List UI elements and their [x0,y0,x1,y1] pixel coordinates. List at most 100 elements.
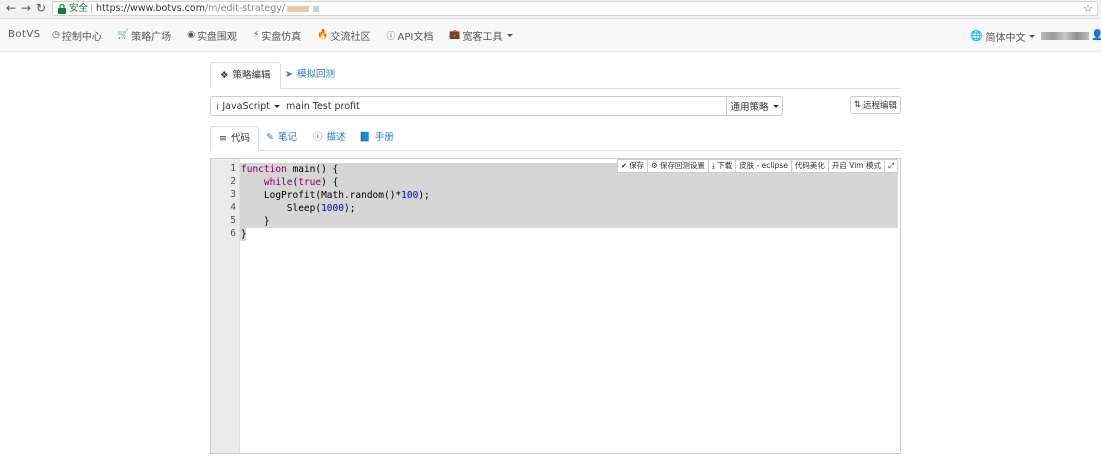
download-button[interactable]: ⤓ 下载 [707,159,737,173]
nav-label: 控制中心 [61,31,102,43]
download-label: 下载 [717,161,733,170]
tab-strategy-edit[interactable]: ❖ 策略编辑 [210,62,281,89]
line-number: 6 [230,228,236,239]
skin-label: 皮肤 - eclipse [739,161,788,170]
tab-label: 模拟回测 [296,69,335,80]
chevron-down-icon [506,33,513,37]
browser-toolbar: ← → ↻ 安全 https://www.botvs.com/m/edit-st… [0,0,1101,19]
language-label: 简体中文 [985,33,1026,44]
save-label: 保存 [629,161,645,170]
url-separator [91,4,92,13]
category-select-value: 通用策略 [730,102,769,113]
category-select[interactable]: 通用策略 [726,96,783,116]
save-backtest-label: 保存回测设置 [659,161,705,170]
tab-label: 代码 [230,132,250,144]
cubes-icon: ❖ [220,69,229,81]
nav-label: 实盘仿真 [261,31,302,43]
forward-arrow-icon[interactable]: → [19,1,33,15]
chevron-down-icon [1029,35,1036,38]
url-host: https://www.botvs.com [96,3,205,14]
bookmark-star-icon[interactable]: ☆ [1083,2,1093,15]
code-editor[interactable]: 1 2 3 4 5 6 function main() { while(true… [210,158,901,454]
save-button[interactable]: ✔ 保存 [616,159,649,173]
language-select-value: JavaScript [222,100,270,112]
nav-label: 实盘围观 [196,31,237,43]
line-number: 2 [230,176,236,187]
nav-item-quant-tools[interactable]: 💼 宽客工具 [449,28,513,43]
sync-icon: ⇅ [853,100,862,110]
edit-icon: ✎ [266,132,274,143]
url-text: https://www.botvs.com/m/edit-strategy/ [96,2,320,15]
nav-menu: ◷ 控制中心 🛒 策略广场 ◉ 实盘围观 ⚡ 实盘仿真 🔥 交流社区 ⓘ API文档 💼 宽客… [52,19,529,51]
tab-backtest[interactable]: ➤ 模拟回测 [276,62,344,88]
tab-manual[interactable]: 📘 手册 [351,126,402,150]
save-backtest-settings-button[interactable]: ⚙ 保存回测设置 [647,159,709,173]
url-redacted-2 [313,5,320,12]
book-icon: 📘 [359,132,371,143]
javascript-icon [217,102,219,110]
address-bar[interactable]: 安全 https://www.botvs.com/m/edit-strategy… [52,1,1098,16]
download-icon: ⤓ [711,161,716,170]
vim-mode-button[interactable]: 开启 Vim 模式 [827,159,885,173]
tab-label: 笔记 [277,132,297,143]
briefcase-icon: 💼 [449,30,461,40]
dashboard-icon: ◷ [52,30,60,40]
back-arrow-icon[interactable]: ← [4,1,18,15]
secure-label: 安全 [69,3,89,14]
tab-label: 策略编辑 [232,69,271,81]
bolt-icon: ⚡ [252,30,260,40]
username-redacted [1041,31,1089,40]
url-path: /m/edit-strategy/ [204,3,286,14]
editor-tabs: ≡ 代码 ✎ 笔记 ⓘ 描述 📘 手册 [210,126,901,151]
tab-code[interactable]: ≡ 代码 [210,126,259,151]
chevron-down-icon [772,104,779,108]
nav-item-community[interactable]: 🔥 交流社区 [317,28,370,43]
nav-item-api-docs[interactable]: ⓘ API文档 [386,28,433,43]
nav-item-control-center[interactable]: ◷ 控制中心 [52,28,102,43]
paper-plane-icon: ➤ [285,69,293,80]
nav-label: 策略广场 [131,31,172,43]
nav-item-strategy-market[interactable]: 🛒 策略广场 [118,28,171,43]
language-select[interactable]: JavaScript [210,96,281,116]
list-icon: ≡ [219,132,227,144]
info-icon: ⓘ [386,31,396,42]
reload-icon[interactable]: ↻ [34,1,48,15]
code-content[interactable]: function main() { while(true) { LogProfi… [241,163,430,241]
beautify-label: 代码美化 [794,161,825,170]
nav-label: 宽客工具 [462,31,503,43]
fire-icon: 🔥 [317,30,329,40]
fullscreen-button[interactable]: ⤢ [884,159,898,173]
strategy-tabs: ❖ 策略编辑 ➤ 模拟回测 [210,62,901,89]
strategy-name-input[interactable] [280,96,727,116]
line-number: 3 [230,189,236,200]
line-number: 5 [230,215,236,226]
tab-description[interactable]: ⓘ 描述 [305,126,354,150]
nav-item-live-simulation[interactable]: ⚡ 实盘仿真 [253,28,301,43]
info-icon: ⓘ [313,132,323,143]
remote-edit-label: 远程编辑 [863,101,898,111]
check-icon: ✔ [620,161,628,170]
tab-label: 手册 [374,132,394,143]
cart-icon: 🛒 [117,30,130,40]
line-number: 4 [230,202,236,213]
tab-notes[interactable]: ✎ 笔记 [258,126,305,150]
url-redacted [287,5,310,12]
language-dropdown[interactable]: 🌐 简体中文 [970,29,1036,44]
nav-item-live-watch[interactable]: ◉ 实盘围观 [187,28,237,43]
remote-edit-button[interactable]: ⇅ 远程编辑 [850,96,901,114]
gear-icon: ⚙ [651,161,658,170]
nav-label: API文档 [397,31,434,43]
nav-label: 交流社区 [330,31,371,43]
line-gutter: 1 2 3 4 5 6 [211,159,240,453]
skin-button[interactable]: 皮肤 - eclipse [735,159,792,173]
brand-logo[interactable]: BotVS [8,29,41,40]
tab-label: 描述 [326,132,346,143]
globe-icon: 🌐 [970,31,983,42]
editor-toolbar: ✔ 保存 ⚙ 保存回测设置 ⤓ 下载 皮肤 - eclipse 代码美化 开启 Vim… [616,159,898,173]
user-menu[interactable]: 👤 [1041,30,1101,41]
lock-icon [58,3,66,14]
line-number: 1 [230,163,236,174]
user-icon: 👤 [1091,30,1101,41]
beautify-button[interactable]: 代码美化 [790,159,829,173]
eye-icon: ◉ [187,30,195,40]
